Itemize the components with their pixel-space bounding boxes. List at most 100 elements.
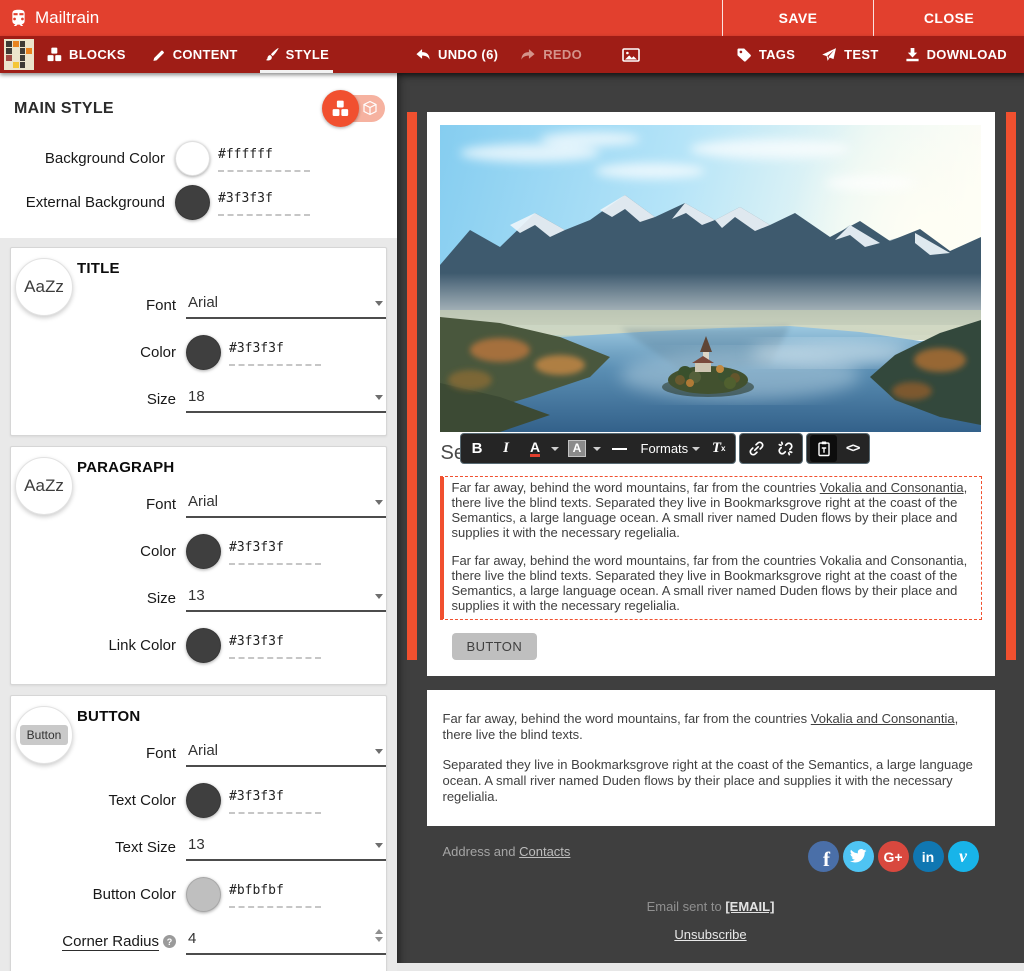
google-plus-icon[interactable]: G+ bbox=[878, 841, 909, 872]
spinner-up-icon[interactable] bbox=[375, 929, 383, 934]
paragraph-color-hex-field[interactable]: #3f3f3f bbox=[229, 538, 321, 565]
button-text-size-label: Text Size bbox=[11, 839, 186, 856]
button-text-size-select[interactable]: 13 bbox=[186, 833, 386, 861]
chevron-down-icon[interactable] bbox=[551, 447, 559, 451]
text-color-button[interactable]: A bbox=[522, 435, 549, 462]
save-button[interactable]: SAVE bbox=[722, 0, 873, 36]
tab-content[interactable]: CONTENT bbox=[139, 36, 251, 73]
clear-formatting-button[interactable]: Tx bbox=[705, 435, 732, 462]
paragraph-color-swatch[interactable] bbox=[186, 534, 221, 569]
paragraph: Far far away, behind the word mountains,… bbox=[452, 480, 973, 540]
gallery-button[interactable] bbox=[611, 36, 651, 73]
editable-text-block[interactable]: Far far away, behind the word mountains,… bbox=[440, 476, 982, 620]
button-text-color-hex-field[interactable]: #3f3f3f bbox=[229, 787, 321, 814]
title-color-swatch[interactable] bbox=[186, 335, 221, 370]
remove-link-button[interactable] bbox=[772, 435, 799, 462]
pencil-icon bbox=[152, 48, 166, 62]
redo-icon bbox=[520, 47, 536, 62]
format-button-group: B I A A Formats Tx bbox=[460, 433, 737, 464]
text-link[interactable]: Vokalia and Consonantia bbox=[820, 480, 964, 495]
title-color-hex-field[interactable]: #3f3f3f bbox=[229, 339, 321, 366]
text-link[interactable]: Vokalia and Consonantia bbox=[811, 711, 955, 726]
email-link[interactable]: [EMAIL] bbox=[725, 899, 774, 914]
email-button[interactable]: BUTTON bbox=[452, 633, 538, 660]
vimeo-icon[interactable]: v bbox=[948, 841, 979, 872]
panel-title: MAIN STYLE bbox=[14, 100, 114, 118]
image-icon bbox=[622, 47, 640, 63]
download-button[interactable]: DOWNLOAD bbox=[892, 36, 1024, 73]
button-text-color-swatch[interactable] bbox=[186, 783, 221, 818]
undo-button[interactable]: UNDO (6) bbox=[404, 36, 509, 73]
external-background-hex-field[interactable]: #3f3f3f bbox=[218, 189, 310, 216]
twitter-bird-icon bbox=[849, 849, 867, 864]
test-button[interactable]: TEST bbox=[808, 36, 891, 73]
highlight-color-button[interactable]: A bbox=[564, 435, 591, 462]
linkedin-icon[interactable]: in bbox=[913, 841, 944, 872]
block-selection-bar-right bbox=[1006, 112, 1016, 660]
topbar: Mailtrain SAVE CLOSE bbox=[0, 0, 1024, 36]
spinner-down-icon[interactable] bbox=[375, 937, 383, 942]
background-color-hex-field[interactable]: #ffffff bbox=[218, 145, 310, 172]
chevron-down-icon bbox=[375, 594, 383, 599]
email-main-block[interactable]: Se B I A A Formats bbox=[427, 112, 995, 676]
facebook-icon[interactable]: f bbox=[808, 841, 839, 872]
download-icon bbox=[905, 47, 920, 62]
title-style-card: AaZz TITLE Font Arial Color #3f3f3f Size… bbox=[10, 247, 387, 436]
twitter-icon[interactable] bbox=[843, 841, 874, 872]
button-color-hex-field[interactable]: #bfbfbf bbox=[229, 881, 321, 908]
paragraph-style-card: AaZz PARAGRAPH Font Arial Color #3f3f3f … bbox=[10, 446, 387, 685]
number-spinner[interactable] bbox=[375, 929, 383, 942]
blocks-icon bbox=[47, 47, 62, 62]
chevron-down-icon[interactable] bbox=[692, 447, 700, 451]
background-color-label: Background Color bbox=[0, 150, 175, 167]
app-brand[interactable]: Mailtrain bbox=[0, 0, 99, 36]
contacts-link[interactable]: Contacts bbox=[519, 844, 570, 859]
button-text-color-label: Text Color bbox=[11, 792, 186, 809]
source-code-button[interactable]: <> bbox=[839, 435, 866, 462]
block-selection-bar-left bbox=[407, 112, 417, 660]
chevron-down-icon[interactable] bbox=[593, 447, 601, 451]
paragraph-size-select[interactable]: 13 bbox=[186, 584, 386, 612]
close-button[interactable]: CLOSE bbox=[873, 0, 1024, 36]
external-background-swatch[interactable] bbox=[175, 185, 210, 220]
hero-image[interactable] bbox=[440, 125, 981, 432]
paragraph-font-select[interactable]: Arial bbox=[186, 490, 386, 518]
button-color-swatch[interactable] bbox=[186, 877, 221, 912]
paste-as-text-button[interactable] bbox=[810, 435, 837, 462]
main-style-section: MAIN STYLE Background Color #ffffff Exte… bbox=[0, 73, 397, 238]
horizontal-rule-icon bbox=[612, 448, 627, 450]
paragraph-link-color-label: Link Color bbox=[11, 637, 186, 654]
title-style-badge: AaZz bbox=[15, 258, 73, 316]
help-icon[interactable]: ? bbox=[163, 935, 176, 948]
single-block-mode-icon bbox=[362, 100, 378, 116]
blocks-mode-icon bbox=[332, 100, 349, 117]
horizontal-rule-button[interactable] bbox=[606, 435, 633, 462]
italic-button[interactable]: I bbox=[493, 435, 520, 462]
style-mode-toggle[interactable] bbox=[325, 95, 385, 122]
title-size-select[interactable]: 18 bbox=[186, 385, 386, 413]
formats-dropdown[interactable]: Formats bbox=[635, 435, 691, 462]
button-font-select[interactable]: Arial bbox=[186, 739, 386, 767]
button-style-card: Button BUTTON Font Arial Text Color #3f3… bbox=[10, 695, 387, 971]
bold-button[interactable]: B bbox=[464, 435, 491, 462]
chevron-down-icon bbox=[375, 749, 383, 754]
background-color-swatch[interactable] bbox=[175, 141, 210, 176]
corner-radius-label: Corner Radius? bbox=[11, 933, 186, 950]
paragraph-link-color-swatch[interactable] bbox=[186, 628, 221, 663]
tags-button[interactable]: TAGS bbox=[723, 36, 808, 73]
corner-radius-input[interactable]: 4 bbox=[186, 927, 386, 955]
external-background-label: External Background bbox=[0, 194, 175, 211]
editor-navbar: BLOCKS CONTENT STYLE UNDO (6) REDO TAGS bbox=[0, 36, 1024, 73]
title-font-select[interactable]: Arial bbox=[186, 291, 386, 319]
block-heading-row: Se B I A A Formats bbox=[440, 432, 982, 476]
tab-blocks[interactable]: BLOCKS bbox=[34, 36, 139, 73]
email-text-block[interactable]: Far far away, behind the word mountains,… bbox=[427, 690, 995, 826]
redo-button[interactable]: REDO bbox=[509, 36, 593, 73]
brush-icon bbox=[264, 47, 279, 62]
paragraph-link-color-hex-field[interactable]: #3f3f3f bbox=[229, 632, 321, 659]
mailtrain-editor-app: Mailtrain SAVE CLOSE BLOCKS CONTENT STYL… bbox=[0, 0, 1024, 971]
text-editor-toolbar: B I A A Formats Tx bbox=[460, 433, 871, 464]
insert-link-button[interactable] bbox=[743, 435, 770, 462]
tab-style[interactable]: STYLE bbox=[251, 36, 342, 73]
unsubscribe-link[interactable]: Unsubscribe bbox=[674, 927, 746, 942]
